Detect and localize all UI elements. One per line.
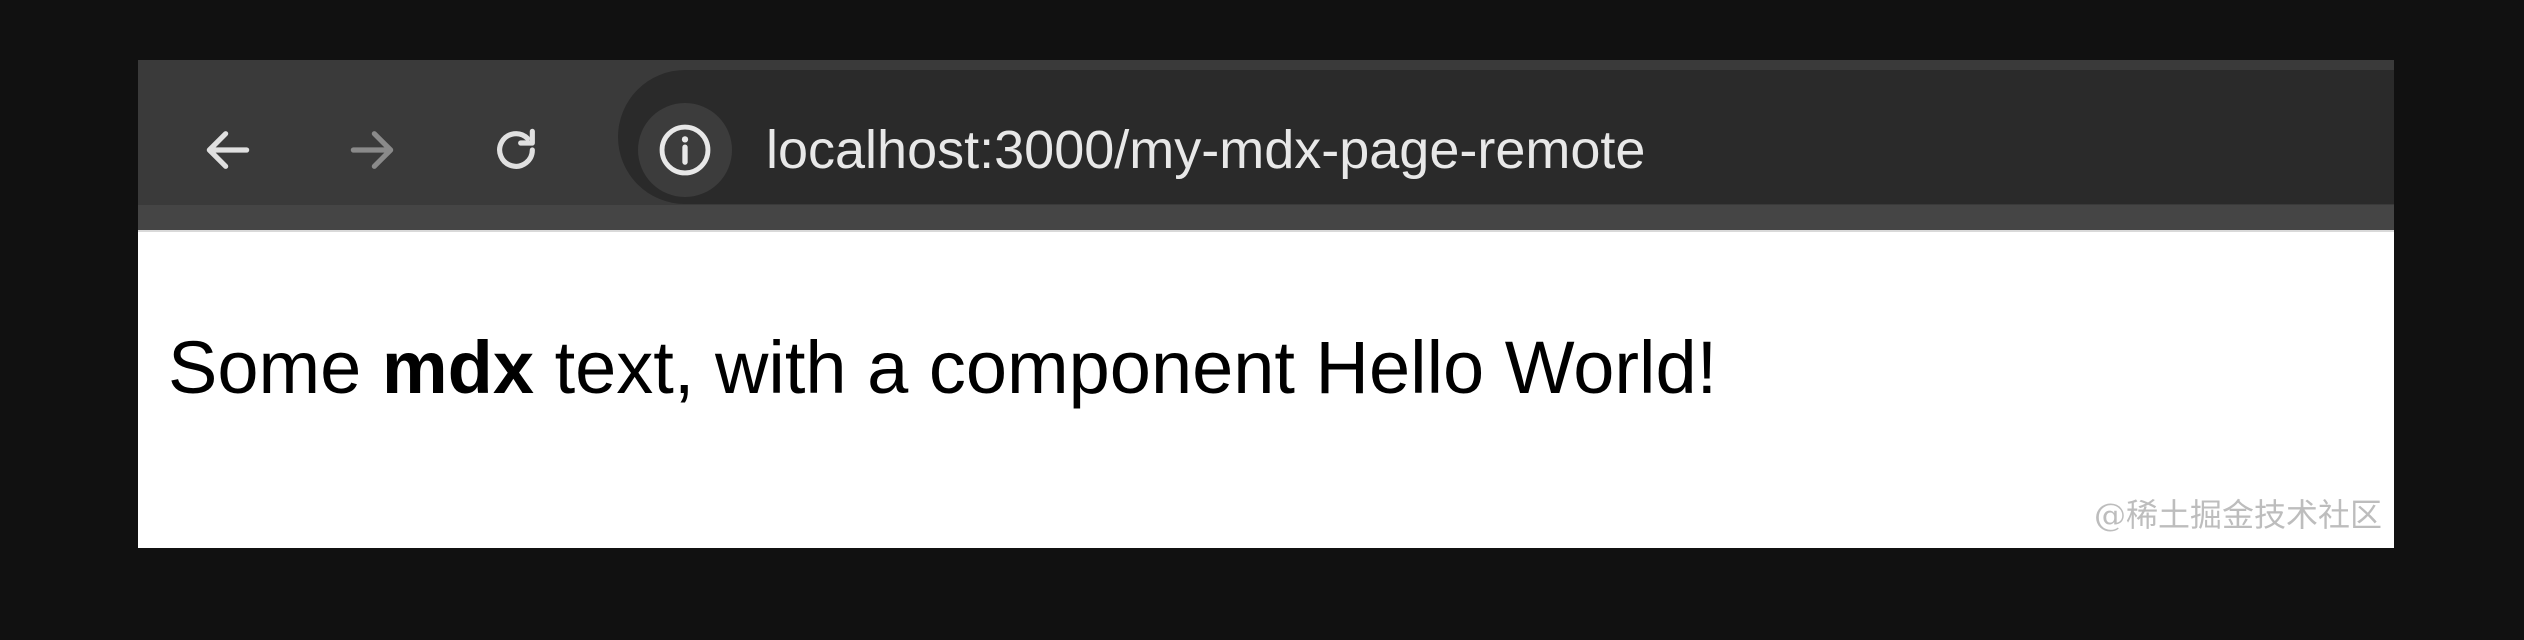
page-text-after: text, with a component Hello World! <box>534 326 1718 409</box>
browser-window: localhost:3000/my-mdx-page-remote Some m… <box>138 60 2394 548</box>
page-text: Some mdx text, with a component Hello Wo… <box>168 331 1717 405</box>
page-text-bold: mdx <box>381 326 535 409</box>
arrow-right-icon <box>350 131 394 169</box>
page-text-before: Some <box>168 326 382 409</box>
watermark: @稀土掘金技术社区 <box>2093 496 2382 534</box>
browser-toolbar: localhost:3000/my-mdx-page-remote <box>138 60 2394 230</box>
reload-button[interactable] <box>484 118 548 182</box>
info-circle-icon <box>659 124 711 176</box>
back-button[interactable] <box>196 118 260 182</box>
reload-icon <box>497 128 535 169</box>
toolbar-strip <box>138 205 2394 230</box>
forward-button[interactable] <box>340 118 404 182</box>
site-info-button[interactable] <box>638 103 732 197</box>
url-text[interactable]: localhost:3000/my-mdx-page-remote <box>766 123 1645 177</box>
arrow-left-icon <box>206 131 250 169</box>
